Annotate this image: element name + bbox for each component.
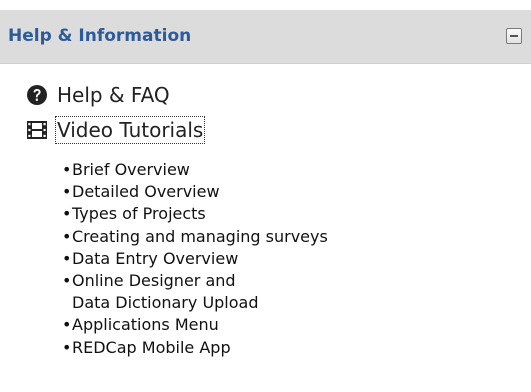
minus-box-icon — [510, 35, 518, 37]
video-tutorials-link[interactable]: Video Tutorials — [54, 116, 206, 144]
video-link-data-entry-overview[interactable]: •Data Entry Overview — [62, 248, 328, 270]
question-circle-icon — [27, 85, 47, 105]
help-information-panel: Help & Information Help & FAQ Video Tuto… — [0, 0, 531, 392]
help-faq-link[interactable]: Help & FAQ — [57, 83, 170, 107]
video-link-brief-overview[interactable]: •Brief Overview — [62, 159, 328, 181]
video-link-online-designer[interactable]: •Online Designer and Data Dictionary Uplo… — [62, 270, 328, 314]
panel-title: Help & Information — [8, 26, 192, 46]
video-tutorials-link-row[interactable]: Video Tutorials — [26, 115, 206, 145]
help-faq-link-row[interactable]: Help & FAQ — [26, 80, 170, 110]
video-link-applications-menu[interactable]: •Applications Menu — [62, 314, 328, 336]
video-link-creating-managing-surveys[interactable]: •Creating and managing surveys — [62, 226, 328, 248]
video-link-redcap-mobile-app[interactable]: •REDCap Mobile App — [62, 337, 328, 359]
collapse-button[interactable] — [506, 28, 522, 44]
film-icon — [27, 121, 47, 139]
video-link-detailed-overview[interactable]: •Detailed Overview — [62, 181, 328, 203]
video-tutorial-list: •Brief Overview •Detailed Overview •Type… — [62, 159, 328, 359]
video-link-types-of-projects[interactable]: •Types of Projects — [62, 203, 328, 225]
panel-header: Help & Information — [0, 10, 531, 64]
